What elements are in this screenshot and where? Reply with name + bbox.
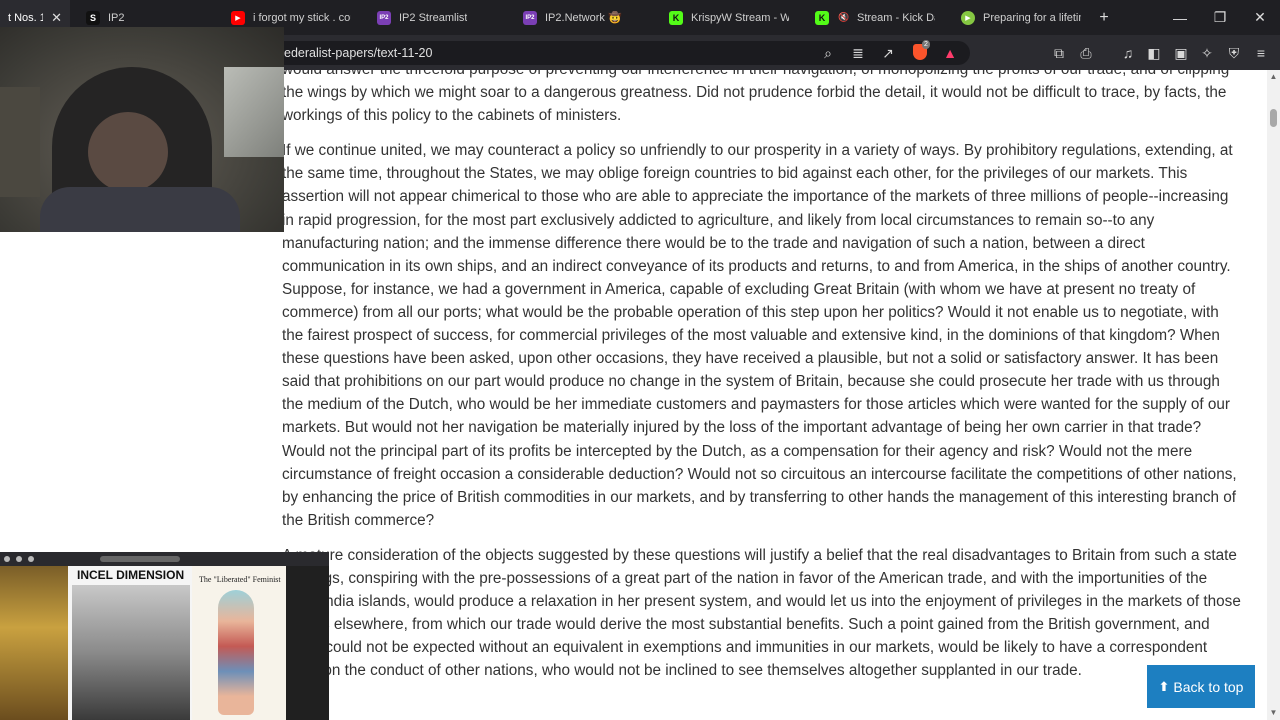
streamer-face (88, 112, 168, 192)
arrow-up-icon: ⬆ (1158, 678, 1170, 694)
minimize-button[interactable]: — (1160, 0, 1200, 35)
share-icon[interactable]: ↗ (879, 44, 897, 62)
article-paragraph: If we continue united, we may counteract… (282, 142, 1237, 529)
vpn-icon[interactable]: ⛨ (1225, 44, 1243, 62)
overlay-photo (72, 585, 190, 720)
page-scrollbar[interactable] (1267, 70, 1280, 720)
tab-rumble[interactable]: ▶ Preparing for a lifetim (943, 0, 1089, 35)
streamer-shirt (40, 187, 240, 232)
kick-icon: K (669, 10, 683, 25)
article-body: would answer the threefold purpose of pr… (282, 70, 1244, 694)
screenshot-icon[interactable]: ⎙ (1077, 44, 1095, 62)
extensions-icon[interactable]: ⧉ (1050, 44, 1068, 62)
back-to-top-label: Back to top (1173, 678, 1244, 695)
reader-mode-icon[interactable]: ≣ (849, 44, 867, 62)
tab-title: IP2.Network 🤠 (545, 12, 622, 24)
scroll-up-icon[interactable]: ▲ (1268, 72, 1279, 82)
scrollbar-thumb[interactable] (1270, 109, 1277, 127)
tab-title: Stream - Kick Das (857, 11, 935, 24)
ip2-icon: IP2 (523, 10, 537, 25)
webcam-overlay (0, 27, 284, 232)
background-shelf (0, 87, 40, 197)
window-light (224, 67, 284, 157)
muted-speaker-icon[interactable]: 🔇 (837, 11, 851, 25)
close-window-button[interactable]: ✕ (1240, 0, 1280, 35)
article-paragraph: A mature consideration of the objects su… (282, 546, 1241, 680)
url-text: ederalist-papers/text-11-20 (284, 46, 433, 60)
back-to-top-button[interactable]: ⬆ Back to top (1147, 665, 1255, 708)
overlay-dot (4, 556, 10, 562)
kick-icon: K (815, 10, 829, 25)
ip2-icon: IP2 (377, 10, 391, 25)
tab-title: t Nos. 11 (8, 11, 44, 24)
tab-ip2-streamlist[interactable]: IP2 IP2 Streamlist (359, 0, 505, 35)
youtube-icon: ▶ (231, 10, 245, 25)
shields-badge: 2 (922, 40, 930, 49)
brave-shields-icon[interactable]: 2 (911, 40, 930, 62)
scroll-down-icon[interactable]: ▼ (1268, 708, 1279, 718)
maximize-button[interactable]: ❐ (1200, 0, 1240, 35)
article-paragraph: would answer the threefold purpose of pr… (282, 70, 1229, 125)
overlay-subtitle: The "Liberated" Feminist (199, 575, 281, 584)
overlay-image-left (0, 566, 68, 720)
overlay-dot (28, 556, 34, 562)
tab-title: i forgot my stick . cou (253, 11, 351, 24)
brave-rewards-icon[interactable]: ▲ (941, 44, 959, 62)
tab-title: Preparing for a lifetim (983, 11, 1081, 24)
overlay-edge (286, 566, 329, 720)
leo-ai-icon[interactable]: ✧ (1198, 44, 1216, 62)
sidebar-icon[interactable]: ◧ (1145, 44, 1163, 62)
new-tab-button[interactable]: + (1089, 9, 1119, 27)
tab-title: IP2 (108, 11, 125, 24)
rumble-icon: ▶ (961, 10, 975, 25)
tab-title: IP2 Streamlist (399, 11, 468, 24)
tab-ip2-network[interactable]: IP2 IP2.Network 🤠 (505, 0, 651, 35)
overlay-title: INCEL DIMENSION (77, 568, 185, 582)
tab-krispyw-stream[interactable]: K KrispyW Stream - Wa (651, 0, 797, 35)
tab-title: KrispyW Stream - Wa (691, 11, 789, 24)
zoom-icon[interactable]: ⌕ (819, 44, 837, 62)
wallet-icon[interactable]: ▣ (1172, 44, 1190, 62)
s-favicon-icon: S (86, 10, 100, 25)
music-icon[interactable]: ♫ (1119, 44, 1137, 62)
overlay-dot (16, 556, 22, 562)
tab-kick-stream[interactable]: K 🔇 Stream - Kick Das (797, 0, 943, 35)
overlay-url (100, 556, 180, 562)
close-tab-icon[interactable]: ✕ (51, 10, 62, 26)
menu-icon[interactable]: ≡ (1252, 44, 1270, 62)
overlay-toolbar (0, 552, 329, 566)
overlay-figure (218, 590, 254, 715)
